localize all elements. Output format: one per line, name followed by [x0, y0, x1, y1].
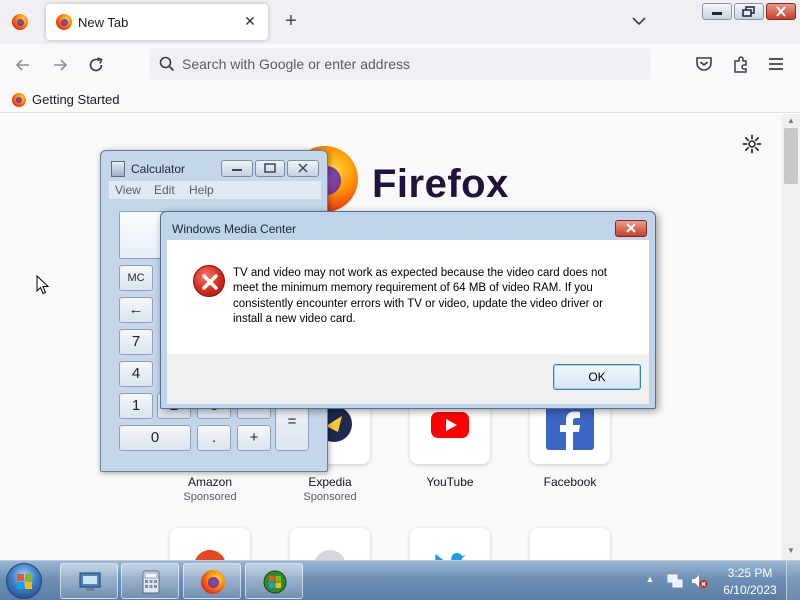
start-button[interactable] [6, 563, 42, 599]
top-site-tile[interactable] [530, 528, 610, 560]
firefox-tab-icon [56, 14, 72, 30]
computer-icon [79, 572, 101, 591]
sponsored-label: Sponsored [303, 491, 357, 503]
reload-icon[interactable] [86, 55, 106, 75]
close-icon [776, 6, 786, 17]
media-center-icon [263, 570, 287, 594]
search-icon [159, 56, 175, 72]
top-site-tile[interactable] [410, 528, 490, 560]
show-hidden-icons-arrow-icon[interactable]: ▲ [644, 574, 656, 586]
key-1[interactable]: 1 [119, 393, 153, 419]
menu-edit[interactable]: Edit [154, 183, 175, 197]
menu-help[interactable]: Help [189, 183, 214, 197]
site-icon [315, 550, 345, 560]
tab-close-icon[interactable]: ✕ [242, 13, 258, 29]
calculator-minimize-button[interactable] [221, 160, 253, 177]
maximize-icon [264, 163, 276, 173]
key-0[interactable]: 0 [119, 425, 191, 451]
dialog-footer: OK [167, 354, 649, 404]
top-site-tile[interactable] [290, 528, 370, 560]
sponsored-label: Sponsored [183, 491, 237, 503]
dialog-title: Windows Media Center [172, 222, 297, 236]
forward-arrow-icon[interactable] [50, 55, 70, 75]
top-site-label: Facebook [543, 475, 597, 489]
key-mc[interactable]: MC [119, 265, 153, 291]
calculator-icon [111, 161, 125, 177]
taskbar-app-calculator[interactable] [121, 563, 179, 599]
hamburger-menu-icon[interactable] [767, 54, 785, 74]
firefox-bookmark-icon [12, 93, 26, 107]
ok-button[interactable]: OK [553, 364, 641, 390]
scroll-thumb[interactable] [784, 128, 798, 184]
tab-new-tab[interactable]: New Tab ✕ [46, 4, 268, 40]
close-icon [298, 163, 308, 173]
taskbar-app-windows-media-center[interactable] [245, 563, 303, 599]
bookmark-label: Getting Started [32, 92, 120, 107]
dialog-close-button[interactable] [615, 220, 647, 237]
calculator-close-button[interactable] [287, 160, 319, 177]
error-icon [193, 265, 225, 297]
taskbar-app-firefox[interactable] [183, 563, 241, 599]
youtube-icon [431, 412, 469, 438]
key-plus[interactable]: + [237, 425, 271, 451]
firefox-icon [201, 570, 225, 594]
facebook-icon [546, 402, 594, 450]
firefox-wordmark: Firefox [372, 162, 509, 206]
calculator-icon [142, 570, 160, 594]
tab-title: New Tab [78, 15, 129, 30]
url-input[interactable] [182, 48, 642, 80]
window-title: Calculator [131, 162, 186, 176]
menu-view[interactable]: View [115, 183, 141, 197]
tab-bar: New Tab ✕ + [0, 0, 800, 44]
clock-time[interactable]: 3:25 PM [718, 566, 782, 580]
mouse-pointer-icon [36, 275, 50, 295]
minimize-icon [232, 169, 242, 171]
dialog-message: TV and video may not work as expected be… [233, 267, 607, 325]
windows-logo-icon [17, 574, 32, 589]
key-7[interactable]: 7 [119, 329, 153, 355]
volume-muted-icon[interactable] [690, 572, 708, 590]
scroll-down-arrow-icon[interactable]: ▼ [782, 546, 800, 558]
dialog-body: TV and video may not work as expected be… [167, 240, 649, 354]
taskbar-app-media-center-config[interactable] [60, 563, 118, 599]
pocket-icon[interactable] [694, 54, 714, 74]
error-x-mark [202, 274, 218, 290]
back-arrow-icon[interactable] [13, 55, 33, 75]
media-center-error-dialog: Windows Media Center TV and video may no… [160, 211, 656, 409]
key-backspace[interactable]: ← [119, 297, 153, 323]
windows-taskbar: ▲ 3:25 PM 6/10/2023 [0, 560, 800, 600]
calculator-menu-bar: View Edit Help [109, 181, 321, 199]
key-decimal[interactable]: . [197, 425, 231, 451]
twitter-icon [435, 553, 466, 560]
window-restore-button[interactable] [734, 3, 764, 20]
top-site-label: Expedia [308, 475, 352, 489]
top-site-tile[interactable] [170, 528, 250, 560]
new-tab-button[interactable]: + [280, 10, 302, 32]
close-icon [626, 223, 636, 233]
firefox-view-icon[interactable] [12, 14, 28, 30]
restore-icon [742, 6, 755, 17]
bookmarks-toolbar: Getting Started [0, 86, 800, 113]
clock-date[interactable]: 6/10/2023 [718, 583, 782, 597]
window-close-button[interactable] [766, 3, 796, 20]
gear-icon[interactable] [742, 134, 762, 154]
chevron-down-icon[interactable] [630, 12, 648, 30]
calculator-maximize-button[interactable] [255, 160, 285, 177]
scroll-up-arrow-icon[interactable]: ▲ [782, 116, 800, 128]
top-site-label: YouTube [426, 475, 474, 489]
show-desktop-button[interactable] [786, 561, 800, 600]
site-icon [195, 550, 225, 560]
minimize-icon [712, 12, 722, 15]
extensions-puzzle-icon[interactable] [731, 54, 751, 74]
key-4[interactable]: 4 [119, 361, 153, 387]
top-site-label: Amazon [187, 475, 233, 489]
network-icon[interactable] [666, 572, 684, 590]
address-bar[interactable] [150, 48, 650, 80]
window-minimize-button[interactable] [702, 3, 732, 20]
page-scrollbar[interactable]: ▲ ▼ [782, 114, 800, 560]
navigation-toolbar [0, 44, 800, 86]
